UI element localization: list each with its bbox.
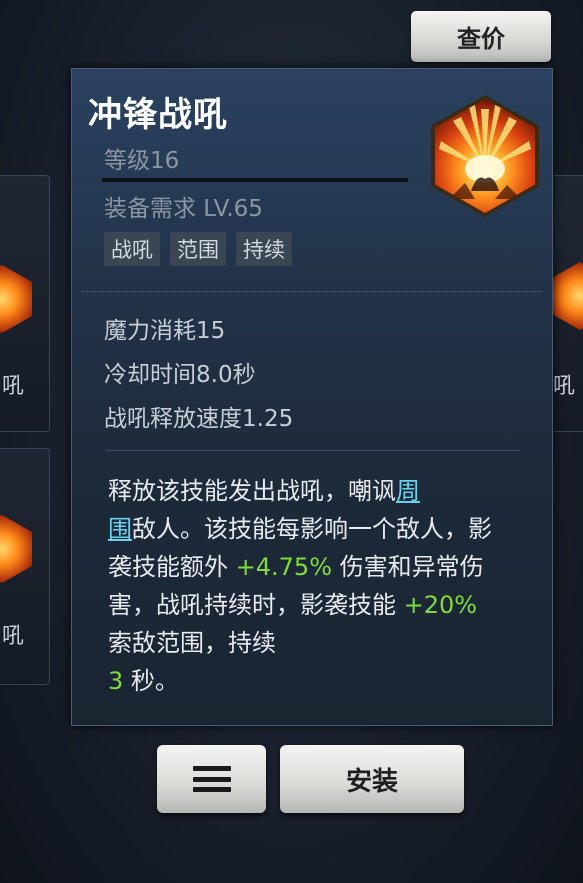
menu-button[interactable] — [157, 745, 266, 813]
install-button[interactable]: 安装 — [280, 745, 464, 813]
skill-name: 冲锋战吼 — [88, 95, 228, 135]
section-divider — [82, 291, 542, 292]
keyword-link[interactable]: 周 — [396, 477, 420, 505]
damage-bonus-value: +4.75% — [235, 553, 332, 581]
description-text: 释放该技能发出战吼，嘲讽 — [108, 477, 396, 505]
hamburger-menu-icon — [192, 766, 231, 792]
section-divider — [106, 450, 520, 451]
skill-tag-list: 战吼 范围 持续 — [104, 232, 292, 266]
duration-value: 3 — [108, 667, 124, 695]
mana-cost: 魔力消耗15 — [104, 318, 226, 344]
skill-tag: 战吼 — [104, 232, 160, 266]
right-skill-label: 吼 — [553, 374, 576, 399]
description-text: 索敌范围，持续 — [108, 629, 276, 657]
cast-speed: 战吼释放速度1.25 — [104, 406, 294, 432]
keyword-link[interactable]: 围 — [108, 515, 132, 543]
range-bonus-value: +20% — [403, 591, 478, 619]
level-progress-bar — [102, 178, 408, 182]
burst-rays-icon — [439, 105, 531, 199]
skill-level: 等级16 — [104, 148, 180, 174]
left-skill-label-bottom: 吼 — [2, 624, 25, 649]
skill-tooltip-panel: 冲锋战吼 等级16 装备需求 LV.65 战吼 范围 持续 魔力消耗15 冷却时… — [71, 68, 553, 726]
skill-tag: 范围 — [170, 232, 226, 266]
cooldown: 冷却时间8.0秒 — [104, 362, 256, 388]
price-check-button[interactable]: 查价 — [411, 11, 551, 62]
left-skill-label-top: 吼 — [2, 374, 25, 399]
skill-description: 释放该技能发出战吼，嘲讽周 围敌人。该技能每影响一个敌人，影袭技能额外 +4.75… — [108, 472, 508, 700]
explosion-shout-icon — [431, 95, 539, 217]
skill-tag: 持续 — [236, 232, 292, 266]
description-text: 秒。 — [123, 667, 179, 695]
skill-icon-art — [435, 99, 535, 213]
equip-requirement: 装备需求 LV.65 — [104, 196, 263, 222]
